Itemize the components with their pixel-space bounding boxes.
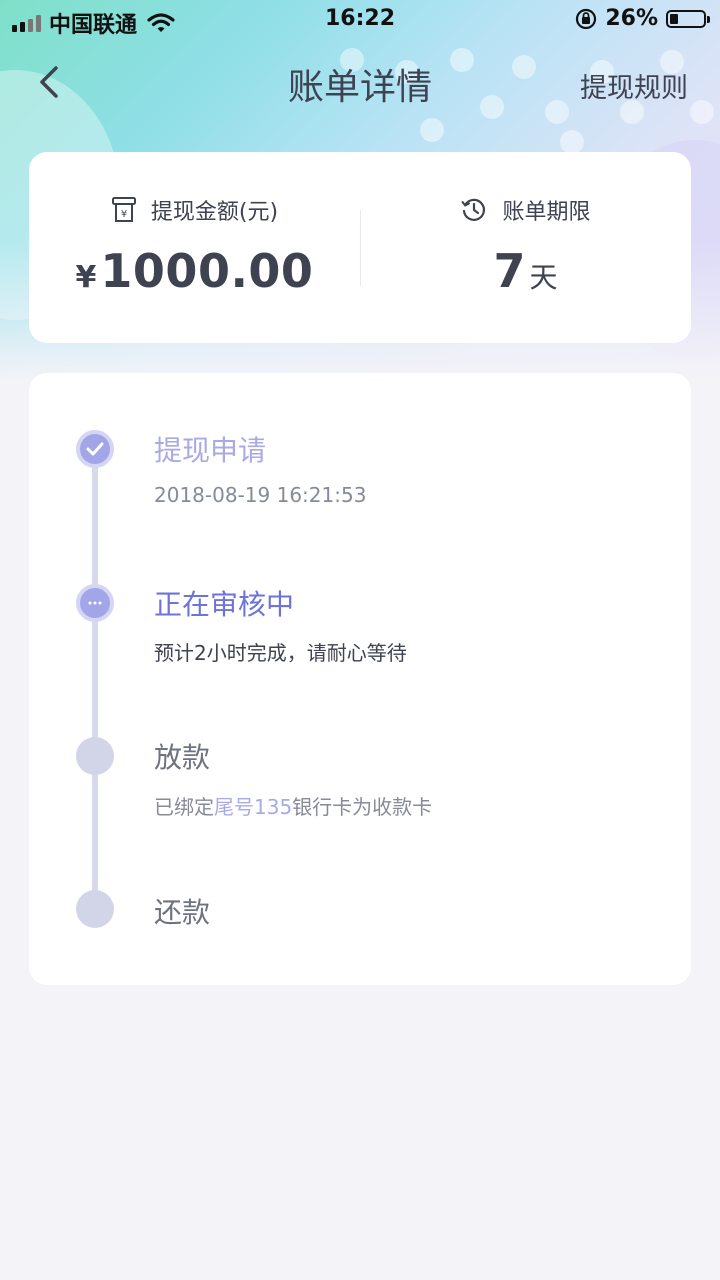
clock-icon: [461, 198, 486, 221]
currency-symbol: ¥: [75, 260, 97, 295]
timeline-connector: [92, 759, 98, 911]
card-tail-number: 尾号135: [214, 795, 293, 819]
ellipsis-icon: [88, 601, 102, 605]
step-title: 放款: [154, 741, 211, 774]
svg-text:¥: ¥: [121, 209, 127, 220]
check-icon: [86, 442, 104, 456]
orientation-lock-icon: [576, 8, 597, 29]
amount-value: 1000.00: [100, 244, 314, 298]
navigation-bar: 账单详情 提现规则: [0, 40, 720, 128]
term-label: 账单期限: [502, 200, 591, 225]
step-timestamp: 2018-08-19 16:21:53: [154, 483, 367, 507]
step-pending-node: [76, 737, 114, 775]
battery-percent: 26%: [605, 6, 658, 31]
term-unit: 天: [529, 261, 558, 294]
step-description: 预计2小时完成，请耐心等待: [154, 641, 407, 665]
step-title: 还款: [154, 896, 211, 929]
step-current-node: [76, 584, 114, 622]
term-value: 7: [493, 244, 526, 298]
amount-label: 提现金额(元): [150, 200, 279, 225]
timeline-connector: [92, 605, 98, 757]
receipt-yen-icon: ¥: [111, 197, 136, 222]
withdraw-rules-link[interactable]: 提现规则: [580, 66, 688, 105]
term-column: 账单期限 7天: [360, 152, 691, 343]
status-bar: 中国联通 16:22 26%: [0, 0, 720, 40]
bill-summary-card: ¥ 提现金额(元) ¥1000.00 账单期限 7天: [29, 152, 691, 343]
step-description: 已绑定尾号135银行卡为收款卡: [154, 791, 432, 820]
step-completed-node: [76, 430, 114, 468]
bound-card-suffix: 银行卡为收款卡: [292, 795, 433, 819]
step-title: 正在审核中: [154, 588, 295, 621]
battery-icon: [666, 9, 710, 28]
bound-card-prefix: 已绑定: [154, 795, 214, 819]
amount-column: ¥ 提现金额(元) ¥1000.00: [29, 152, 360, 343]
progress-timeline-card: 提现申请 2018-08-19 16:21:53 正在审核中 预计2小时完成，请…: [29, 373, 691, 985]
step-pending-node: [76, 890, 114, 928]
timeline-connector: [92, 451, 98, 603]
step-title: 提现申请: [154, 434, 267, 467]
